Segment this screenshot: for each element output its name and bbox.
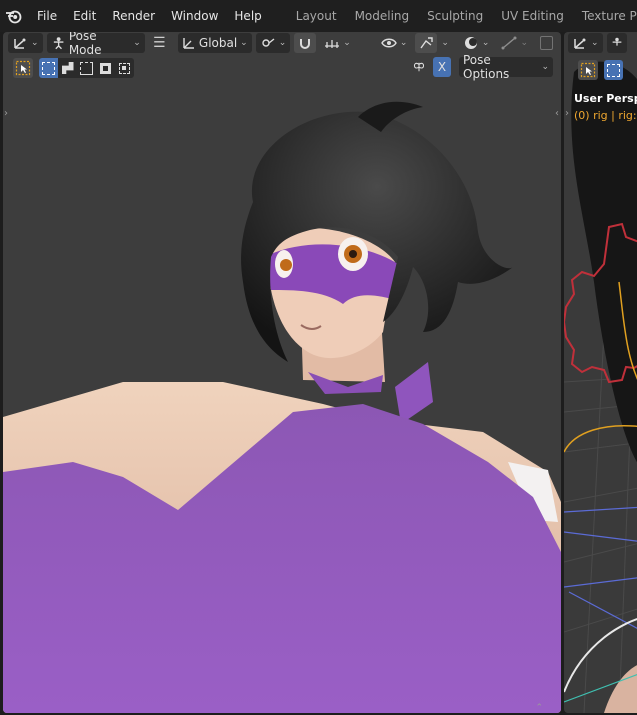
- viewport-left[interactable]: ⌄ Pose Mode ⌄ ☰ Global ⌄ ⌄ ⌄ ⌄ ⌄ ⌄ ⌄ X P…: [3, 32, 561, 713]
- gizmo-toggle[interactable]: [415, 33, 438, 53]
- snap-increment-icon: [325, 40, 340, 48]
- footer-expand-arrow-icon[interactable]: ⌃: [535, 703, 543, 713]
- chevron-down-icon: ⌄: [591, 38, 599, 48]
- x-mirror-label: X: [437, 60, 447, 74]
- object-info-label: (0) rig | rig:(: [574, 109, 637, 122]
- chevron-down-icon: ⌄: [520, 38, 528, 48]
- viewport-right[interactable]: ⌄ › User Perspe (0) rig | rig:(: [564, 32, 637, 713]
- menu-help[interactable]: Help: [226, 4, 269, 28]
- pivot-point-select[interactable]: ⌄: [255, 33, 291, 53]
- toolbar-expand-arrow-icon[interactable]: ›: [4, 108, 8, 119]
- viewport-render: [3, 101, 561, 713]
- tab-texture-paint[interactable]: Texture Paint: [573, 4, 637, 28]
- toolbar-expand-arrow-icon[interactable]: ›: [565, 108, 569, 119]
- select-set-icon: [42, 61, 55, 75]
- select-intersect-icon: [119, 62, 130, 74]
- select-invert-button[interactable]: [96, 58, 115, 78]
- menu-file[interactable]: File: [29, 4, 65, 28]
- magnet-icon: [300, 39, 311, 49]
- viewport-right-header: ⌄: [564, 32, 637, 54]
- mode-select[interactable]: Pose Mode ⌄: [46, 32, 145, 57]
- xray-toggle[interactable]: ⌄: [497, 33, 532, 53]
- chevron-down-icon: ⌄: [31, 38, 39, 48]
- view-name-label: User Perspe: [574, 92, 637, 105]
- menu-render[interactable]: Render: [104, 4, 163, 28]
- eye-icon: [380, 38, 397, 48]
- tool-settings-row: [13, 57, 134, 79]
- tool-settings-row-right: [578, 60, 623, 80]
- select-extend-button[interactable]: [58, 58, 77, 78]
- pivot-icon: [262, 38, 275, 47]
- tab-modeling[interactable]: Modeling: [346, 4, 419, 28]
- select-extend-icon: [61, 62, 74, 74]
- select-box-icon: [580, 62, 596, 78]
- pose-mode-icon: [612, 37, 621, 46]
- editor-type-button[interactable]: ⌄: [8, 33, 43, 53]
- snap-toggle[interactable]: [294, 33, 317, 53]
- menu-window[interactable]: Window: [163, 4, 226, 28]
- gizmo-icon: [420, 37, 434, 49]
- editor-type-button-right[interactable]: ⌄: [568, 33, 603, 53]
- tab-uv-editing[interactable]: UV Editing: [492, 4, 573, 28]
- mode-select-right[interactable]: [606, 33, 627, 53]
- chevron-down-icon: ⌄: [278, 38, 287, 48]
- overlays-icon: [464, 37, 477, 49]
- shading-icon: [540, 36, 553, 50]
- hamburger-icon: ☰: [153, 35, 166, 51]
- mode-select-label: Pose Mode: [68, 32, 102, 57]
- viewport-right-render: [564, 61, 637, 713]
- select-subtract-icon: [80, 61, 93, 75]
- select-set-button-right[interactable]: [604, 60, 623, 80]
- pose-mode-icon: [53, 37, 63, 50]
- select-intersect-button[interactable]: [115, 58, 134, 78]
- select-box-tool-button-right[interactable]: [578, 60, 598, 80]
- blender-logo-icon[interactable]: [5, 5, 23, 27]
- shading-toggle[interactable]: [536, 33, 557, 53]
- select-invert-icon: [100, 62, 111, 74]
- select-subtract-button[interactable]: [77, 58, 96, 78]
- axis-editor-icon: [14, 38, 26, 49]
- selection-mode-group: [39, 58, 134, 78]
- tab-sculpting[interactable]: Sculpting: [418, 4, 492, 28]
- chevron-down-icon: ⌄: [541, 62, 549, 72]
- chevron-down-icon: ⌄: [343, 38, 351, 48]
- top-menu-bar: File Edit Render Window Help Layout Mode…: [0, 0, 637, 32]
- snap-target-select[interactable]: ⌄: [320, 33, 355, 53]
- select-box-tool-button[interactable]: [13, 58, 33, 78]
- select-set-icon: [607, 63, 620, 77]
- mirror-toggle[interactable]: [409, 57, 429, 77]
- pose-options-dropdown[interactable]: Pose Options ⌄: [459, 53, 553, 81]
- select-set-button[interactable]: [39, 58, 58, 78]
- bone-xray-icon: [501, 36, 517, 50]
- menu-edit[interactable]: Edit: [65, 4, 104, 28]
- overlays-toggle[interactable]: ⌄: [459, 33, 494, 53]
- visibility-select[interactable]: ⌄: [377, 33, 412, 53]
- hamburger-menu-button[interactable]: ☰: [149, 33, 170, 53]
- chevron-down-icon: ⌄: [240, 38, 248, 48]
- select-box-icon: [15, 60, 31, 76]
- chevron-down-icon: ⌄: [481, 38, 490, 48]
- tab-layout[interactable]: Layout: [287, 4, 346, 28]
- x-mirror-button[interactable]: X: [433, 57, 451, 77]
- chevron-down-icon: ⌄: [133, 38, 141, 48]
- viewport-header: ⌄ Pose Mode ⌄ ☰ Global ⌄ ⌄ ⌄ ⌄ ⌄ ⌄ ⌄: [3, 32, 561, 57]
- sidebar-expand-arrow-icon[interactable]: ‹: [555, 108, 559, 119]
- pose-options-label: Pose Options: [463, 53, 510, 81]
- orientation-icon: [183, 38, 194, 49]
- chevron-down-icon[interactable]: ⌄: [441, 38, 449, 48]
- butterfly-mirror-icon: [413, 62, 425, 72]
- axis-editor-icon: [574, 38, 586, 49]
- chevron-down-icon: ⌄: [399, 38, 408, 48]
- transform-orientation-select[interactable]: Global ⌄: [177, 33, 252, 53]
- orientation-label: Global: [198, 36, 238, 50]
- pose-options-row: X Pose Options ⌄: [409, 53, 553, 81]
